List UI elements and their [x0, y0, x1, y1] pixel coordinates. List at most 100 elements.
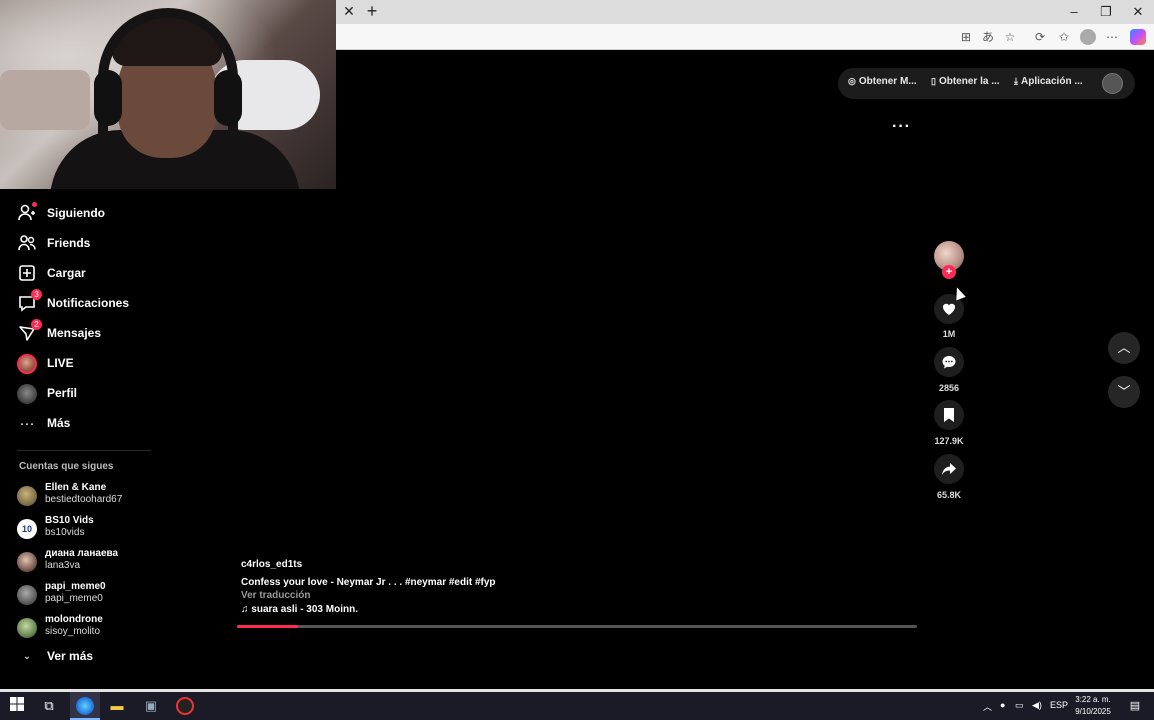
translate-icon[interactable]: あ — [980, 29, 996, 45]
browser-menu-icon[interactable]: ⋯ — [1104, 29, 1120, 45]
share-button[interactable] — [934, 454, 964, 484]
windows-start-icon[interactable] — [8, 697, 26, 715]
followed-account[interactable]: 10 BS10 Vids bs10vids — [17, 515, 157, 543]
account-name: диана ланаева — [45, 548, 119, 559]
save-button[interactable] — [934, 400, 964, 430]
user-avatar[interactable] — [1102, 73, 1123, 94]
bookmark-icon — [944, 408, 954, 422]
avatar — [17, 585, 37, 605]
profile-avatar-icon[interactable] — [1080, 29, 1096, 45]
sidebar: Siguiendo Friends Cargar 3 Notificacione… — [0, 189, 160, 689]
account-name: molondrone — [45, 614, 103, 625]
upload-icon — [17, 264, 37, 284]
volume-icon[interactable]: ◀) — [1032, 700, 1042, 711]
screen: { "browser": { "tab_close_icon": "close-… — [0, 0, 1154, 720]
sidebar-item-notificaciones[interactable]: 3 Notificaciones — [17, 289, 157, 316]
sidebar-item-label: Más — [47, 416, 71, 430]
tab-close-icon[interactable]: ✕ — [342, 4, 356, 18]
desktop-app-button[interactable]: ⤓ Aplicación ... — [1014, 76, 1083, 87]
following-icon — [17, 204, 37, 224]
avatar — [17, 618, 37, 638]
sidebar-item-label: LIVE — [47, 356, 74, 370]
follow-plus-icon[interactable]: + — [942, 265, 956, 279]
sidebar-item-cargar[interactable]: Cargar — [17, 262, 157, 286]
followed-account[interactable]: molondrone sisoy_molito — [17, 614, 157, 642]
phone-icon: ▯ — [931, 76, 936, 86]
top-action-bar: ◎ Obtener M... ▯ Obtener la ... ⤓ Aplicació… — [838, 68, 1135, 99]
task-view-icon[interactable]: ⧉ — [40, 697, 58, 715]
followed-account[interactable]: диана ланаева lana3va — [17, 548, 157, 576]
chevron-down-icon: ﹀ — [1117, 384, 1131, 399]
chevron-down-icon: ⌄ — [22, 651, 32, 662]
favorite-star-icon[interactable]: ☆ — [1002, 29, 1018, 45]
see-translation-link[interactable]: Ver traducción — [241, 590, 310, 601]
sidebar-item-siguiendo[interactable]: Siguiendo — [17, 202, 157, 226]
heart-icon — [942, 303, 956, 315]
avatar: 10 — [17, 519, 37, 539]
more-options-icon[interactable]: ··· — [892, 118, 911, 136]
video-progress-bar[interactable] — [237, 625, 917, 628]
sidebar-item-friends[interactable]: Friends — [17, 232, 157, 256]
windows-taskbar: ⧉ ▬ ▣ ︿ ● ▭ ◀) ESP 3:22 a. m. 9/10/2025 … — [0, 692, 1154, 720]
network-icon[interactable]: ▭ — [1015, 700, 1024, 711]
next-video-button[interactable]: ﹀ — [1108, 376, 1140, 408]
download-icon: ⤓ — [1014, 76, 1018, 86]
webcam-earcup-left — [94, 70, 122, 126]
webcam-earcup-right — [214, 70, 242, 126]
followed-account[interactable]: Ellen & Kane bestiedtoohard67 — [17, 482, 157, 510]
camera-app-icon[interactable]: ▣ — [142, 697, 160, 715]
sidebar-divider — [17, 450, 151, 451]
sidebar-item-label: Mensajes — [47, 326, 102, 340]
tray-expand-icon[interactable]: ︿ — [983, 700, 992, 713]
profile-icon — [17, 384, 37, 404]
favorites-icon[interactable]: ✩ — [1056, 29, 1072, 45]
sidebar-item-perfil[interactable]: Perfil — [17, 382, 157, 406]
account-handle: bs10vids — [45, 527, 85, 538]
messages-badge: 2 — [31, 319, 42, 330]
notification-center-icon[interactable]: ▤ — [1126, 697, 1144, 715]
new-indicator-dot — [32, 202, 37, 207]
sidebar-item-mensajes[interactable]: 2 Mensajes — [17, 319, 157, 346]
account-name: papi_meme0 — [45, 581, 106, 592]
comment-icon — [942, 356, 956, 369]
new-tab-icon[interactable]: + — [364, 2, 380, 20]
file-explorer-icon[interactable]: ▬ — [108, 697, 126, 715]
edge-browser-icon[interactable] — [76, 697, 94, 715]
chevron-up-icon: ︿ — [1117, 340, 1131, 355]
get-app-label: Obtener la ... — [938, 76, 1000, 87]
following-accounts-title: Cuentas que sigues — [19, 461, 114, 472]
sidebar-item-label: Perfil — [47, 386, 78, 400]
save-count: 127.9K — [934, 436, 964, 446]
webcam-bed — [0, 70, 90, 130]
sidebar-item-label: Siguiendo — [47, 206, 105, 220]
extensions-icon[interactable]: ⟳ — [1032, 29, 1048, 45]
share-icon — [942, 463, 956, 475]
get-coins-button[interactable]: ◎ Obtener M... — [848, 76, 917, 87]
comment-button[interactable] — [934, 347, 964, 377]
minimize-icon[interactable]: – — [1064, 3, 1084, 21]
account-handle: sisoy_molito — [45, 626, 101, 637]
copilot-icon[interactable] — [1130, 29, 1146, 45]
sidebar-item-live[interactable]: LIVE — [17, 352, 157, 376]
friends-icon — [17, 234, 37, 254]
restore-icon[interactable]: ❐ — [1096, 3, 1116, 21]
webcam-overlay — [0, 0, 336, 189]
microphone-icon[interactable]: ● — [1000, 700, 1005, 710]
sidebar-item-mas[interactable]: ··· Más — [17, 412, 157, 436]
window-close-icon[interactable]: ✕ — [1128, 3, 1148, 21]
see-more-button[interactable]: ⌄ Ver más — [17, 645, 157, 669]
followed-account[interactable]: papi_meme0 papi_meme0 — [17, 581, 157, 609]
get-app-button[interactable]: ▯ Obtener la ... — [931, 76, 1000, 87]
language-indicator[interactable]: ESP — [1050, 700, 1068, 710]
like-count: 1M — [942, 329, 956, 339]
share-count: 65.8K — [936, 490, 962, 500]
avatar — [17, 486, 37, 506]
account-handle: bestiedtoohard67 — [45, 494, 123, 505]
app-icon[interactable]: ⊞ — [958, 29, 974, 45]
see-more-label: Ver más — [47, 649, 94, 663]
video-music[interactable]: ♫ suara asli - 303 Moinn. — [241, 604, 358, 615]
system-clock[interactable]: 3:22 a. m. 9/10/2025 — [1070, 694, 1116, 718]
video-author[interactable]: c4rlos_ed1ts — [241, 559, 302, 570]
previous-video-button[interactable]: ︿ — [1108, 332, 1140, 364]
obs-recorder-icon[interactable] — [176, 697, 194, 715]
